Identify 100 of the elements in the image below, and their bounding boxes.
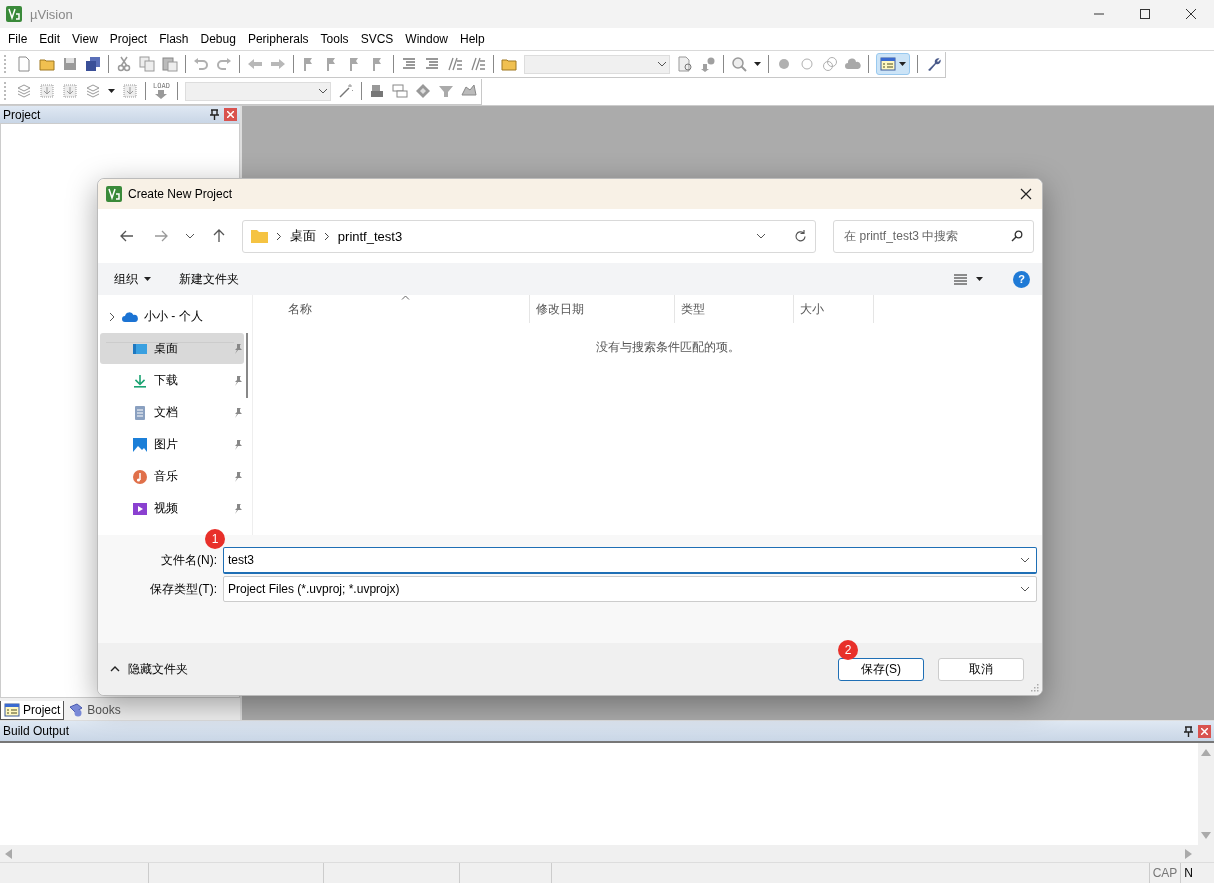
- nav-item[interactable]: 小小 - 个人: [100, 301, 244, 332]
- menu-item[interactable]: Peripherals: [241, 30, 315, 48]
- caret-icon[interactable]: [144, 277, 151, 281]
- hide-folders-toggle[interactable]: 隐藏文件夹: [110, 660, 824, 678]
- dropdown-chevron-icon[interactable]: [756, 233, 767, 239]
- dropdown-chevron-icon[interactable]: [1020, 586, 1030, 592]
- save-button[interactable]: 保存(S): [838, 657, 924, 681]
- menu-item[interactable]: View: [66, 30, 104, 48]
- find-folder-icon[interactable]: [501, 56, 517, 72]
- file-name-field[interactable]: test3: [223, 547, 1037, 574]
- cancel-button[interactable]: 取消: [938, 657, 1024, 681]
- right-arrow-icon[interactable]: [270, 56, 286, 72]
- maximize-icon[interactable]: [1140, 9, 1150, 19]
- back-arrow-icon[interactable]: [119, 230, 134, 242]
- undo-icon[interactable]: [193, 56, 209, 72]
- menu-item[interactable]: Help: [454, 30, 491, 48]
- circle-icon[interactable]: [799, 56, 815, 72]
- new-file-icon[interactable]: [16, 56, 32, 72]
- nav-item[interactable]: 图片: [100, 429, 244, 460]
- grid-icon[interactable]: [122, 83, 138, 99]
- grid-icon[interactable]: [62, 83, 78, 99]
- chevron-up-icon[interactable]: [110, 666, 120, 672]
- circles-icon[interactable]: [822, 56, 838, 72]
- window-layout-button[interactable]: [876, 53, 910, 75]
- outdent-icon[interactable]: [424, 56, 440, 72]
- scroll-up-icon[interactable]: [1201, 749, 1211, 756]
- diamond-icon[interactable]: [414, 83, 431, 99]
- save-icon[interactable]: [62, 56, 78, 72]
- open-folder-icon[interactable]: [39, 56, 55, 72]
- pin-icon[interactable]: [1184, 725, 1193, 737]
- organize-button[interactable]: 组织: [114, 270, 151, 288]
- new-folder-button[interactable]: 新建文件夹: [179, 270, 239, 288]
- breadcrumb-item[interactable]: 桌面: [289, 227, 316, 245]
- caret-icon[interactable]: [754, 62, 761, 66]
- help-button[interactable]: ?: [1013, 270, 1030, 288]
- column-header[interactable]: 名称: [253, 295, 530, 323]
- caret-icon[interactable]: [976, 277, 983, 281]
- nav-item[interactable]: 文档: [100, 397, 244, 428]
- scroll-left-icon[interactable]: [5, 848, 12, 859]
- left-arrow-icon[interactable]: [247, 56, 263, 72]
- dropdown-chevron-icon[interactable]: [317, 88, 328, 94]
- address-bar[interactable]: 桌面 printf_test3: [241, 219, 817, 253]
- copy-icon[interactable]: [139, 56, 155, 72]
- nav-item[interactable]: 桌面: [100, 333, 244, 364]
- panel-tab[interactable]: Books: [64, 700, 125, 720]
- blocks-icon[interactable]: [368, 83, 385, 99]
- nav-item[interactable]: 视频: [100, 493, 244, 524]
- column-header[interactable]: 类型: [675, 295, 794, 323]
- menu-item[interactable]: Edit: [33, 30, 67, 48]
- close-icon[interactable]: [1186, 9, 1196, 19]
- stack-icon[interactable]: [85, 83, 101, 99]
- cloud-icon[interactable]: [845, 56, 861, 72]
- windows-icon[interactable]: [391, 83, 408, 99]
- cut-icon[interactable]: [116, 56, 132, 72]
- magnifier-icon[interactable]: [731, 56, 747, 72]
- dot-icon[interactable]: [776, 56, 792, 72]
- breadcrumb-item[interactable]: printf_test3: [337, 228, 403, 244]
- document-search-icon[interactable]: [677, 56, 693, 72]
- forward-arrow-icon[interactable]: [153, 230, 168, 242]
- save-all-icon[interactable]: [85, 56, 101, 72]
- stack-icon[interactable]: [16, 83, 32, 99]
- nav-item[interactable]: 音乐: [100, 461, 244, 492]
- comment-icon[interactable]: [447, 56, 463, 72]
- menu-item[interactable]: Project: [103, 30, 154, 48]
- scrollbar-thumb[interactable]: [246, 333, 248, 398]
- indent-icon[interactable]: [401, 56, 417, 72]
- wand-icon[interactable]: [337, 83, 354, 99]
- pin-icon[interactable]: [210, 109, 219, 120]
- uncomment-icon[interactable]: [470, 56, 486, 72]
- panel-tab[interactable]: Project: [0, 701, 65, 720]
- menu-item[interactable]: Window: [399, 30, 454, 48]
- redo-icon[interactable]: [216, 56, 232, 72]
- expand-chevron-icon[interactable]: [108, 311, 116, 322]
- up-arrow-icon[interactable]: [212, 229, 225, 243]
- menu-item[interactable]: File: [2, 30, 34, 48]
- file-type-dropdown[interactable]: Project Files (*.uvproj; *.uvprojx): [223, 576, 1037, 602]
- grid-icon[interactable]: [39, 83, 55, 99]
- caret-icon[interactable]: [899, 62, 906, 66]
- paste-icon[interactable]: [162, 56, 178, 72]
- menu-item[interactable]: Flash: [153, 30, 195, 48]
- close-icon[interactable]: [1020, 188, 1032, 200]
- dropdown-chevron-icon[interactable]: [657, 61, 667, 67]
- menu-item[interactable]: Debug: [194, 30, 242, 48]
- funnel-icon[interactable]: [437, 83, 454, 99]
- column-header[interactable]: 大小: [794, 295, 874, 323]
- mesh-icon[interactable]: [460, 83, 477, 99]
- menu-item[interactable]: SVCS: [354, 30, 400, 48]
- menu-item[interactable]: Tools: [314, 30, 355, 48]
- resize-grip-icon[interactable]: [1031, 684, 1039, 692]
- search-field[interactable]: 在 printf_test3 中搜索: [833, 219, 1034, 253]
- scroll-down-icon[interactable]: [1201, 832, 1211, 839]
- view-button[interactable]: [954, 273, 983, 285]
- nav-item[interactable]: 下载: [100, 365, 244, 396]
- recent-chevron-icon[interactable]: [184, 233, 195, 239]
- scroll-right-icon[interactable]: [1185, 848, 1192, 859]
- caret-icon[interactable]: [108, 89, 115, 93]
- column-header[interactable]: 修改日期: [530, 295, 675, 323]
- refresh-icon[interactable]: [794, 229, 808, 243]
- dropdown-chevron-icon[interactable]: [1020, 557, 1030, 563]
- arrows-icon[interactable]: [700, 56, 716, 72]
